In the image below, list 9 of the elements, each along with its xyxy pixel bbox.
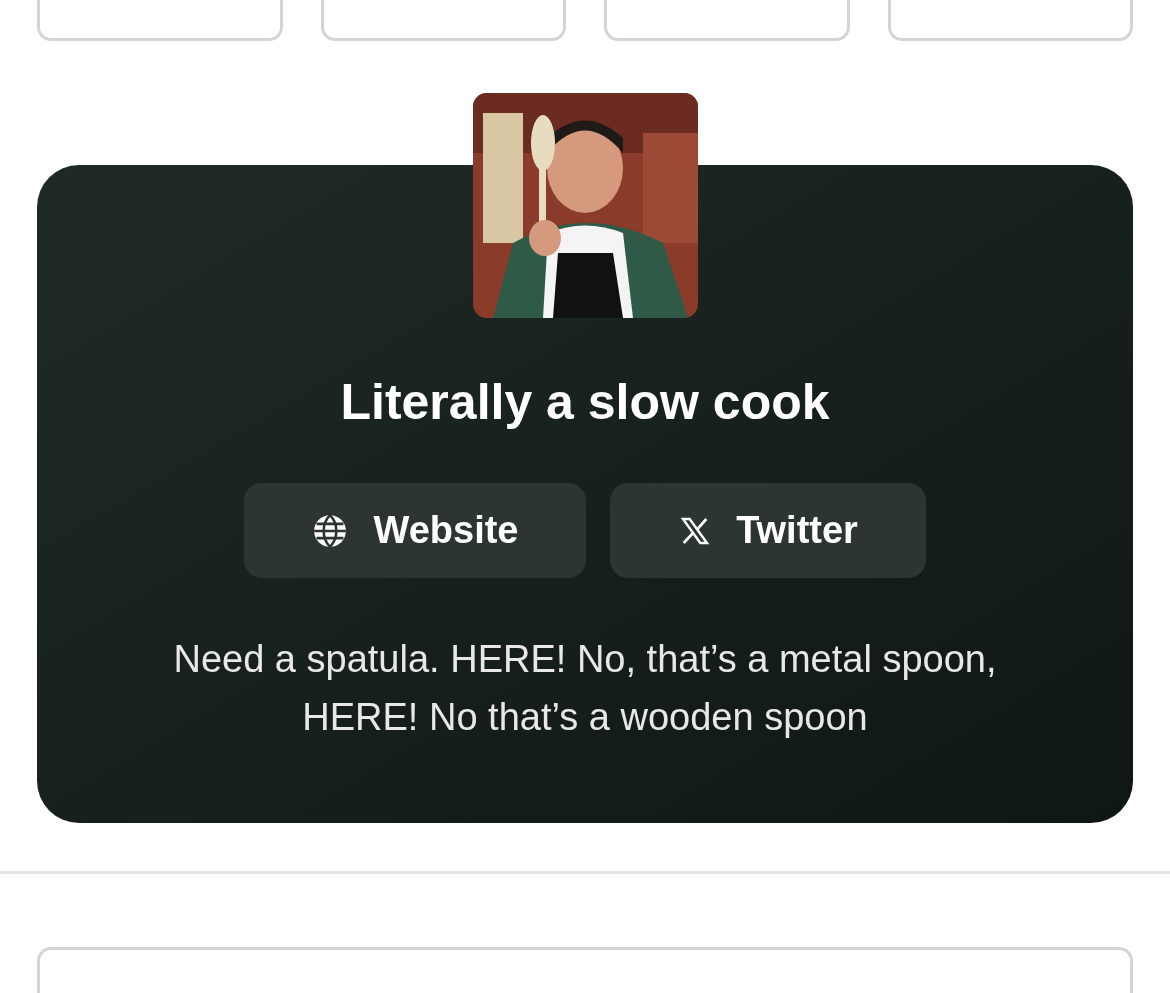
bio-text: Need a spatula. HERE! No, that’s a metal spoon, HERE! No that’s a wooden spoon	[172, 637, 998, 740]
link-button[interactable]: Website	[244, 483, 586, 578]
card[interactable]	[887, 0, 1133, 41]
card[interactable]	[37, 947, 1133, 993]
card[interactable]	[604, 0, 850, 41]
link-button[interactable]: Twitter	[610, 483, 926, 578]
profile-title: Literally a slow cook	[340, 377, 830, 427]
card[interactable]	[320, 0, 566, 41]
card[interactable]	[37, 0, 283, 41]
